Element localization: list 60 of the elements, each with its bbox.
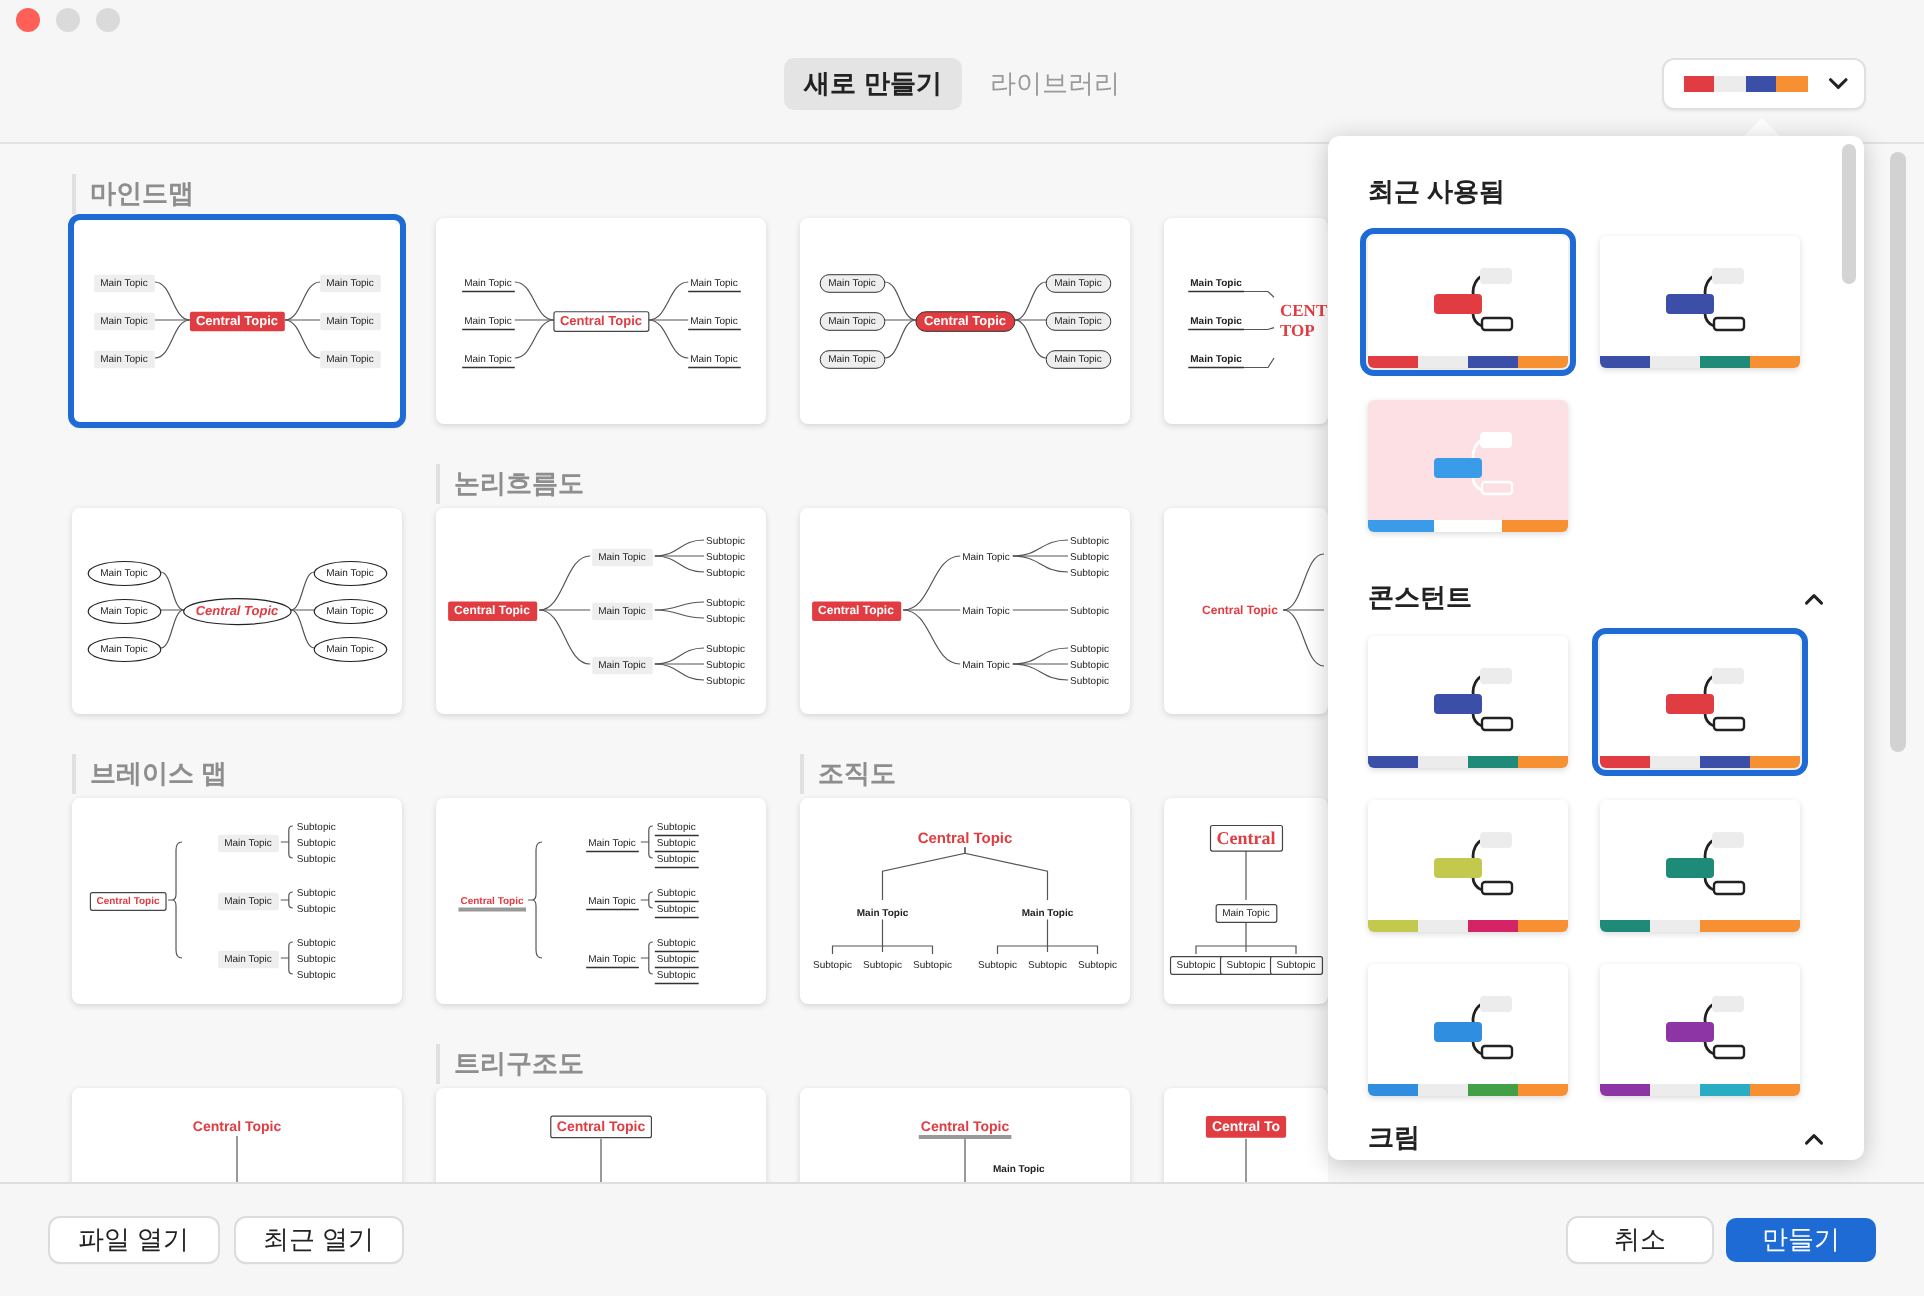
central-topic-node: Central	[1209, 824, 1284, 852]
central-topic-label: CENT TOP	[1280, 299, 1328, 341]
theme-preview-drawing	[1434, 996, 1514, 1060]
chevron-up-icon[interactable]	[1804, 591, 1824, 605]
section-title: 콘스턴트	[1368, 580, 1472, 616]
section-title: 브레이스 맵	[88, 756, 228, 792]
connector-line	[236, 1135, 238, 1182]
connector-line	[964, 1137, 966, 1182]
connector-line	[167, 841, 183, 959]
connector-line	[1243, 327, 1275, 331]
connector-line	[1243, 357, 1275, 369]
connector-line	[1012, 609, 1069, 611]
connector-line	[1243, 290, 1275, 298]
scrollbar-thumb[interactable]	[1842, 144, 1856, 284]
connector-line	[640, 825, 654, 859]
theme-preview-drawing	[1434, 432, 1514, 496]
button[interactable]: 취소	[1568, 1218, 1712, 1262]
close-button[interactable]	[16, 8, 40, 32]
tab[interactable]: 새로 만들기	[784, 58, 962, 110]
theme-card[interactable]	[1368, 236, 1568, 368]
theme-preview-drawing	[1666, 832, 1746, 896]
button[interactable]: 최근 열기	[235, 1218, 403, 1262]
theme-preview-drawing	[1434, 832, 1514, 896]
chevron-down-icon	[1827, 76, 1848, 92]
connector-line	[640, 891, 654, 909]
connector-line	[600, 1138, 602, 1182]
theme-card[interactable]	[1368, 800, 1568, 932]
connector-line	[964, 846, 1049, 901]
theme-card[interactable]	[1600, 236, 1800, 368]
section-title: 최근 사용됨	[1368, 174, 1506, 210]
connector-line	[996, 918, 1099, 955]
connector-line	[640, 941, 654, 975]
button[interactable]: 파일 열기	[50, 1218, 218, 1262]
theme-picker-button[interactable]	[1664, 60, 1864, 108]
theme-preview-drawing	[1666, 668, 1746, 732]
connector-line	[280, 941, 294, 975]
section-title: 크림	[1368, 1120, 1420, 1156]
theme-preview-drawing	[1666, 996, 1746, 1060]
theme-card[interactable]	[1600, 800, 1800, 932]
connector-line	[831, 918, 934, 955]
connector-line	[280, 825, 294, 859]
connector-line	[527, 841, 543, 959]
section-title: 조직도	[816, 756, 896, 792]
theme-card[interactable]	[1600, 964, 1800, 1096]
theme-card[interactable]	[1368, 964, 1568, 1096]
section-title: 마인드맵	[88, 176, 194, 212]
section-title: 트리구조도	[452, 1046, 584, 1082]
theme-card[interactable]	[1368, 636, 1568, 768]
connector-line	[1245, 850, 1247, 901]
section-title: 논리흐름도	[452, 466, 584, 502]
chevron-up-icon[interactable]	[1804, 1131, 1824, 1145]
theme-card[interactable]	[1600, 636, 1800, 768]
theme-preview-drawing	[1434, 668, 1514, 732]
create-button[interactable]: 만들기	[1726, 1218, 1876, 1262]
connector-line	[280, 891, 294, 909]
theme-preview-drawing	[1434, 268, 1514, 332]
connector-line	[1195, 921, 1297, 955]
scrollbar-thumb[interactable]	[1890, 152, 1906, 752]
theme-preview-drawing	[1666, 268, 1746, 332]
connector-line	[1245, 1138, 1247, 1182]
